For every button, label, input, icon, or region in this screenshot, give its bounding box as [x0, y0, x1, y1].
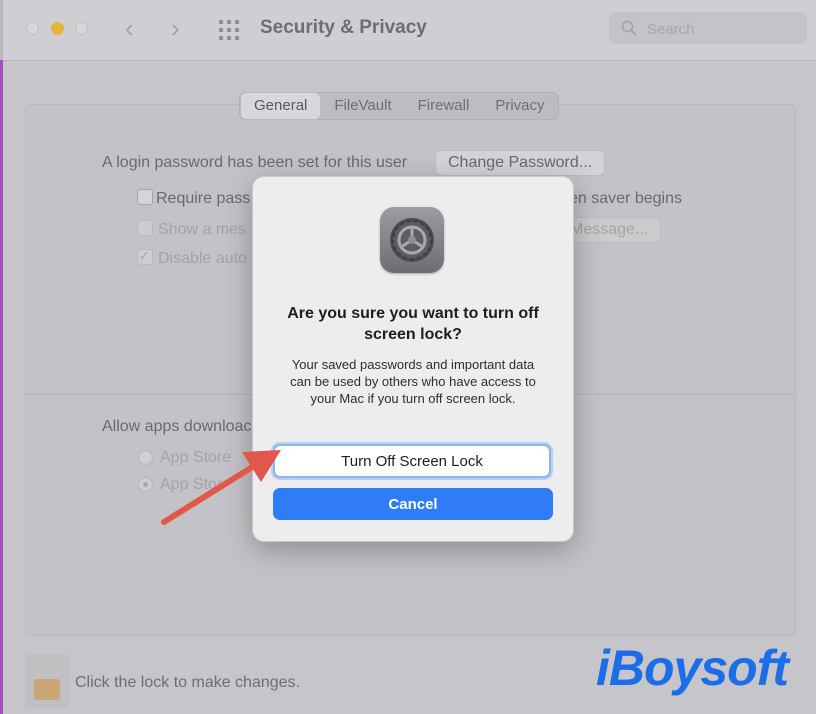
window-title: Security & Privacy — [260, 17, 427, 38]
disable-auto-login-checkbox[interactable]: ✓ — [137, 249, 153, 265]
require-password-checkbox[interactable] — [137, 189, 153, 205]
title-bar: ‹ › Security & Privacy — [3, 0, 816, 61]
show-message-checkbox[interactable] — [137, 220, 153, 236]
forward-button[interactable]: › — [171, 14, 180, 42]
allow-apps-label: Allow apps downloac — [102, 418, 252, 435]
radio-selected-dot — [143, 482, 148, 487]
cancel-button[interactable]: Cancel — [273, 488, 553, 520]
require-password-label: Require pass — [156, 190, 251, 207]
tab-privacy[interactable]: Privacy — [482, 93, 557, 119]
dialog-title: Are you sure you want to turn off screen… — [287, 305, 539, 343]
search-field[interactable] — [609, 12, 807, 44]
dialog-message: Your saved passwords and important data … — [290, 357, 536, 406]
disable-auto-login-label: Disable auto — [158, 250, 247, 267]
annotation-arrow-icon — [161, 450, 281, 525]
tab-firewall[interactable]: Firewall — [405, 93, 483, 119]
show-message-label: Show a mes — [158, 221, 247, 238]
system-preferences-gear-icon — [380, 207, 444, 273]
tab-general[interactable]: General — [240, 92, 322, 120]
change-password-button[interactable]: Change Password... — [435, 150, 606, 176]
zoom-window-button[interactable] — [75, 22, 88, 35]
login-password-text: A login password has been set for this u… — [102, 154, 408, 171]
lock-button[interactable] — [25, 654, 69, 708]
search-input[interactable] — [645, 17, 799, 41]
iboysoft-watermark: iBoysoft — [596, 640, 789, 696]
require-password-label-end: en saver begins — [569, 190, 682, 207]
checkmark-icon: ✓ — [139, 248, 150, 263]
tab-filevault[interactable]: FileVault — [321, 93, 404, 119]
minimize-window-button[interactable] — [51, 22, 64, 35]
lock-hint-text: Click the lock to make changes. — [75, 674, 300, 691]
turn-off-screen-lock-button[interactable]: Turn Off Screen Lock — [273, 444, 551, 478]
search-icon — [621, 20, 637, 36]
tab-bar: General FileVault Firewall Privacy — [239, 92, 559, 120]
padlock-icon — [34, 663, 60, 700]
back-button[interactable]: ‹ — [125, 14, 134, 42]
app-grid-icon[interactable] — [218, 19, 240, 41]
turn-off-screen-lock-dialog: Are you sure you want to turn off screen… — [252, 176, 574, 542]
close-window-button[interactable] — [26, 22, 39, 35]
